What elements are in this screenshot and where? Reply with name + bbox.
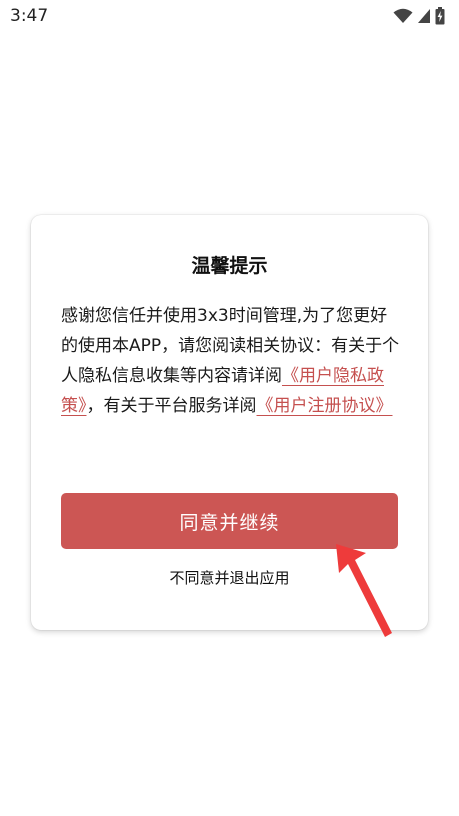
annotation-arrow-icon bbox=[336, 544, 392, 637]
user-agreement-link[interactable]: 《用户注册协议》 bbox=[257, 396, 393, 416]
status-icons bbox=[393, 7, 445, 25]
cell-signal-icon bbox=[418, 9, 430, 23]
body-text-middle: ，有关于平台服务详阅 bbox=[86, 396, 257, 416]
status-time: 3:47 bbox=[10, 6, 49, 26]
dialog-body: 感谢您信任并使用3x3时间管理,为了您更好的使用本APP，请您阅读相关协议：有关… bbox=[61, 301, 403, 421]
wifi-icon bbox=[393, 8, 413, 23]
dialog-title: 温馨提示 bbox=[191, 255, 268, 277]
battery-charging-icon bbox=[435, 7, 445, 25]
status-bar: 3:47 bbox=[0, 0, 459, 34]
